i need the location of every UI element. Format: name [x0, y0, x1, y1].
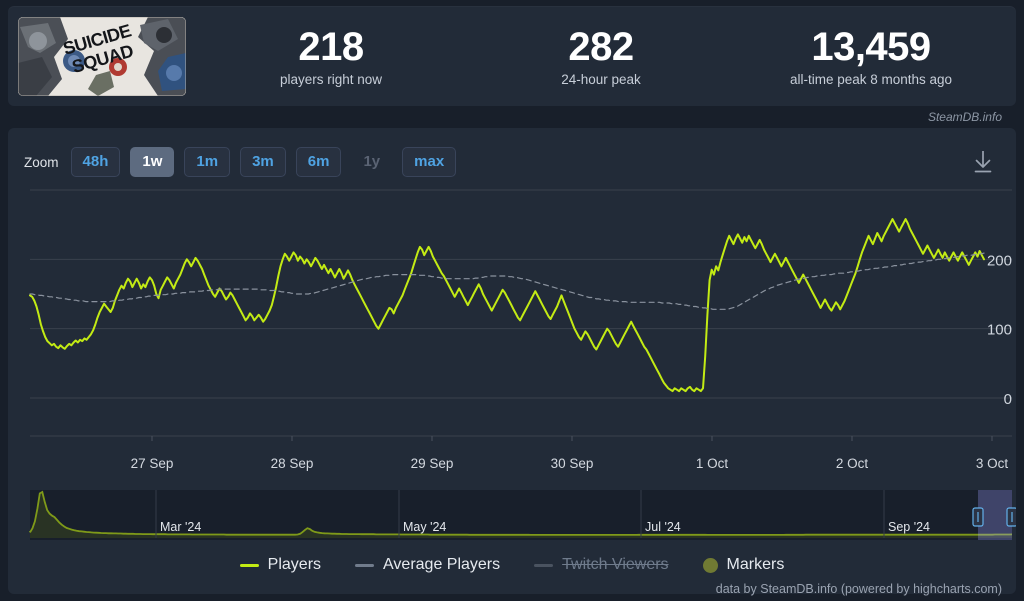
navigator-handle-left	[972, 507, 984, 527]
game-capsule-image[interactable]: SUICIDE SQUAD	[18, 16, 186, 96]
x-axis-tick-label: 2 Oct	[835, 456, 869, 471]
legend-item-twitch-viewers[interactable]: Twitch Viewers	[534, 556, 669, 574]
stat-label: all-time peak 8 months ago	[789, 72, 953, 87]
chart-x-axis: 27 Sep 28 Sep 29 Sep 30 Sep 1 Oct 2 Oct 3 Oct	[8, 448, 1016, 484]
chart-navigator[interactable]: Mar '24 May '24 Jul '24 Sep '24	[8, 486, 1016, 546]
player-count-chart-card: Zoom 48h 1w 1m 3m 6m 1y max 0 100 200 27 S…	[8, 128, 1016, 596]
x-axis-tick-label: 3 Oct	[975, 456, 1009, 471]
navigator-tick-label: Mar '24	[160, 520, 202, 534]
capsule-art: SUICIDE SQUAD	[18, 16, 186, 96]
range-button-1w[interactable]: 1w	[130, 147, 175, 177]
legend-label: Average Players	[383, 556, 501, 573]
x-axis-tick-label: 29 Sep	[410, 456, 454, 471]
legend-label: Markers	[726, 556, 785, 573]
player-count-line-chart[interactable]: 0 100 200	[8, 180, 1016, 448]
legend-label: Players	[267, 556, 322, 573]
legend-line-marker	[239, 563, 259, 567]
range-button-1y: 1y	[363, 153, 381, 170]
stat-label: 24-hour peak	[561, 72, 641, 87]
range-selector: Zoom 48h 1w 1m 3m 6m 1y max	[8, 128, 1016, 180]
legend-item-markers[interactable]: Markers	[702, 556, 785, 574]
navigator-tick-label: Jul '24	[645, 520, 681, 534]
legend-item-players[interactable]: Players	[239, 556, 322, 574]
zoom-label: Zoom	[24, 154, 59, 170]
stat-all-time-peak: 13,459 all-time peak 8 months ago	[736, 25, 1006, 87]
x-axis-tick-label: 28 Sep	[270, 456, 314, 471]
chart-legend[interactable]: Players Average Players Twitch Viewers Mark…	[8, 550, 1016, 580]
stat-24-hour-peak: 282 24-hour peak	[466, 25, 736, 87]
series-players	[29, 218, 985, 393]
navigator-tick-label: May '24	[403, 520, 447, 534]
stat-players-right-now: 218 players right now	[196, 25, 466, 87]
legend-line-marker	[355, 563, 375, 567]
range-button-max[interactable]: max	[402, 147, 457, 177]
navigator-handle-right	[1006, 507, 1016, 527]
steamdb-charts-page: SUICIDE SQUAD 218 players right now 282 …	[0, 0, 1024, 601]
legend-label: Twitch Viewers	[562, 556, 669, 573]
x-axis-tick-label: 27 Sep	[130, 456, 174, 471]
chart-credit: data by SteamDB.info (powered by highcha…	[715, 582, 1002, 596]
navigator-series[interactable]	[8, 486, 1016, 544]
x-axis-tick-label: 1 Oct	[695, 456, 729, 471]
legend-item-average-players[interactable]: Average Players	[355, 556, 500, 574]
x-axis-tick-label: 30 Sep	[550, 456, 594, 471]
range-button-1m[interactable]: 1m	[184, 147, 231, 177]
steamdb-watermark: SteamDB.info	[927, 110, 1002, 124]
stat-value: 13,459	[811, 25, 931, 69]
y-axis-tick-label: 100	[987, 322, 1012, 339]
legend-line-marker	[534, 563, 554, 567]
range-button-3m[interactable]: 3m	[240, 147, 286, 177]
stat-label: players right now	[279, 72, 383, 87]
stat-value: 218	[298, 25, 364, 69]
y-axis-tick-label: 0	[1004, 391, 1012, 408]
legend-dot-marker	[702, 557, 718, 573]
navigator-tick-label: Sep '24	[888, 520, 931, 534]
chart-plot-area[interactable]: 0 100 200	[8, 180, 1016, 448]
y-axis-tick-label: 200	[987, 252, 1012, 269]
stats-card: SUICIDE SQUAD 218 players right now 282 …	[8, 6, 1016, 106]
range-button-48h[interactable]: 48h	[70, 147, 121, 177]
stat-value: 282	[568, 25, 634, 69]
download-glyph	[974, 151, 992, 173]
series-average-players	[29, 252, 985, 310]
download-icon[interactable]	[970, 148, 996, 176]
range-button-6m[interactable]: 6m	[295, 147, 342, 177]
